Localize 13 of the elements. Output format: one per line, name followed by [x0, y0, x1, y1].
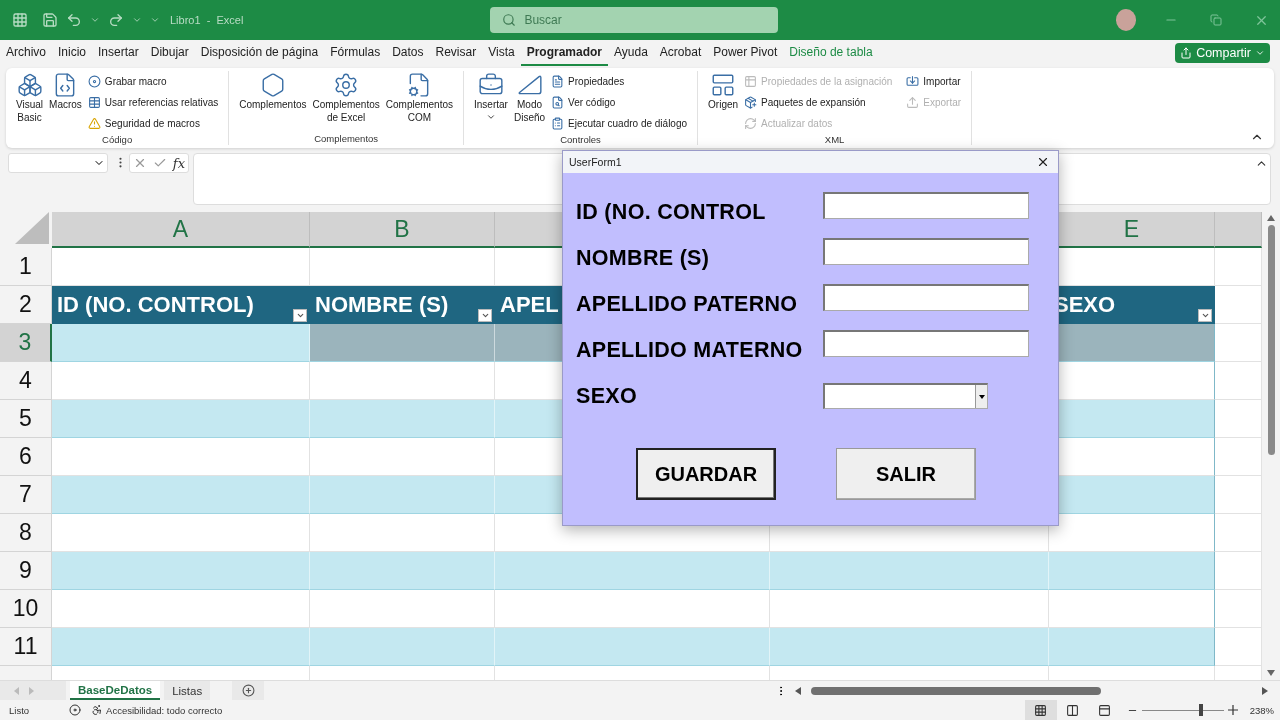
status-text: Listo [9, 704, 30, 716]
table-header-cell: NOMBRE (S) [310, 286, 495, 324]
group-label: XML [824, 134, 845, 146]
window-title: Libro1 - Excel [170, 14, 245, 26]
field-label: ID (NO. CONTROL [575, 199, 767, 225]
group-label: Controles [560, 134, 601, 146]
field-label: APELLIDO MATERNO [575, 337, 804, 363]
field-label: NOMBRE (S) [575, 245, 711, 271]
table-header-cell: ID (NO. CONTROL) [52, 286, 310, 324]
dialog-title: UserForm1 [569, 156, 622, 168]
group-label: Complementos [314, 133, 379, 145]
group-label: Código [102, 134, 133, 146]
field-label: SEXO [575, 383, 638, 409]
